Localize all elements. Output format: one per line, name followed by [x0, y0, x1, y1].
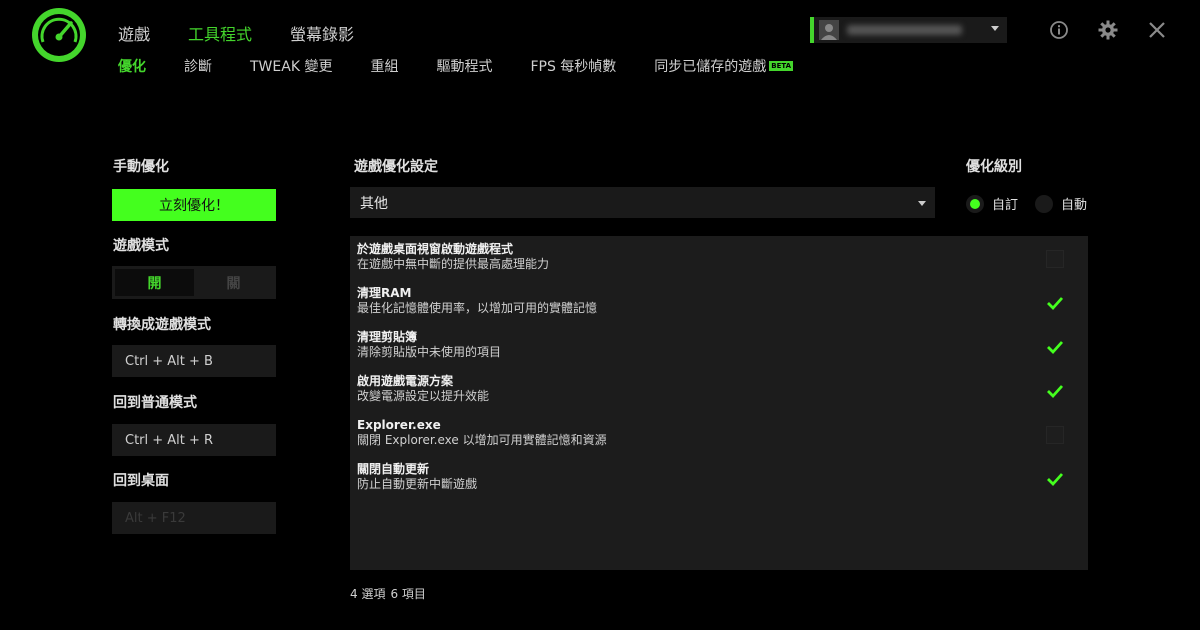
subtab-diagnostics[interactable]: 診斷: [184, 56, 212, 76]
account-indicator: [810, 17, 814, 43]
tab-utilities[interactable]: 工具程式: [188, 21, 252, 45]
list-item: 清理剪貼簿 清除剪貼版中未使用的項目: [357, 330, 1077, 370]
item-desc: 在遊戲中無中斷的提供最高處理能力: [357, 257, 550, 271]
item-desc: 防止自動更新中斷遊戲: [357, 477, 478, 491]
normal-mode-hotkey-field[interactable]: Ctrl + Alt + R: [112, 424, 276, 456]
game-mode-label: 遊戲模式: [113, 238, 169, 254]
radio-auto-label: 自動: [1061, 198, 1088, 213]
list-item: 啟用遊戲電源方案 改變電源設定以提升效能: [357, 374, 1077, 414]
subtab-optimize[interactable]: 優化: [118, 56, 146, 76]
desktop-hotkey-field[interactable]: Alt + F12: [112, 502, 276, 534]
subtab-fps[interactable]: FPS 每秒幀數: [530, 56, 616, 76]
radio-custom-label: 自訂: [992, 198, 1019, 213]
gear-icon[interactable]: [1097, 19, 1119, 41]
item-desc: 關閉 Explorer.exe 以增加可用實體記憶和資源: [357, 433, 607, 447]
item-desc: 改變電源設定以提升效能: [357, 389, 490, 403]
item-name: 啟用遊戲電源方案: [357, 374, 454, 388]
radio-custom[interactable]: 自訂: [966, 194, 1018, 213]
game-select-value: 其他: [360, 195, 388, 212]
subtab-tweaks[interactable]: TWEAK 變更: [250, 56, 332, 76]
tab-games[interactable]: 遊戲: [118, 21, 150, 45]
optimize-now-button[interactable]: 立刻優化！: [112, 189, 276, 221]
list-item: 清理RAM 最佳化記憶體使用率，以增加可用的實體記憶: [357, 286, 1077, 326]
manual-optimize-label: 手動優化: [113, 159, 169, 175]
radio-button: [1035, 194, 1053, 213]
switch-mode-hotkey-field[interactable]: Ctrl + Alt + B: [112, 345, 276, 377]
main-nav: 遊戲 工具程式 螢幕錄影: [118, 21, 392, 45]
desktop-label: 回到桌面: [113, 473, 169, 489]
item-checkbox[interactable]: [1046, 250, 1064, 268]
check-icon[interactable]: [1046, 338, 1064, 356]
beta-badge: BETA: [769, 61, 794, 71]
check-icon[interactable]: [1046, 382, 1064, 400]
check-icon[interactable]: [1046, 294, 1064, 312]
selection-count: 4 選項 6 項目: [350, 585, 426, 602]
chevron-down-icon: [918, 201, 926, 206]
subtab-save-sync[interactable]: 同步已儲存的遊戲 BETA: [654, 56, 794, 76]
selected-count: 4 選項: [350, 587, 386, 601]
game-mode-toggle: 開 關: [112, 266, 276, 299]
razer-cortex-logo-icon: [32, 8, 86, 62]
radio-auto[interactable]: 自動: [1035, 194, 1087, 213]
info-icon[interactable]: [1048, 19, 1070, 41]
game-optimize-settings-title: 遊戲優化設定: [354, 159, 438, 175]
check-icon[interactable]: [1046, 470, 1064, 488]
tab-screen-recording[interactable]: 螢幕錄影: [290, 21, 354, 45]
normal-mode-label: 回到普通模式: [113, 395, 197, 411]
item-name: 清理剪貼簿: [357, 330, 418, 344]
subtab-drivers[interactable]: 驅動程式: [436, 56, 492, 76]
item-desc: 清除剪貼版中未使用的項目: [357, 345, 502, 359]
toggle-on[interactable]: 開: [115, 269, 194, 296]
subtab-save-sync-label: 同步已儲存的遊戲: [654, 59, 767, 75]
list-item: Explorer.exe 關閉 Explorer.exe 以增加可用實體記憶和資…: [357, 418, 1077, 458]
optimize-level-title: 優化級別: [966, 159, 1022, 175]
item-name: 清理RAM: [357, 286, 412, 300]
sub-nav: 優化 診斷 TWEAK 變更 重組 驅動程式 FPS 每秒幀數 同步已儲存的遊戲…: [118, 56, 831, 76]
optimization-list: 於遊戲桌面視窗啟動遊戲程式 在遊戲中無中斷的提供最高處理能力 清理RAM 最佳化…: [350, 236, 1088, 570]
account-email-redacted: [847, 25, 962, 35]
item-desc: 最佳化記憶體使用率，以增加可用的實體記憶: [357, 301, 598, 315]
total-count: 6 項目: [390, 587, 426, 601]
close-icon[interactable]: [1146, 19, 1168, 41]
item-name: Explorer.exe: [357, 418, 441, 432]
item-name: 於遊戲桌面視窗啟動遊戲程式: [357, 242, 514, 256]
item-name: 關閉自動更新: [357, 462, 430, 476]
list-item: 於遊戲桌面視窗啟動遊戲程式 在遊戲中無中斷的提供最高處理能力: [357, 242, 1077, 282]
radio-button-selected: [966, 194, 984, 213]
switch-mode-label: 轉換成遊戲模式: [113, 317, 211, 333]
subtab-defrag[interactable]: 重組: [370, 56, 398, 76]
list-item: 關閉自動更新 防止自動更新中斷遊戲: [357, 462, 1077, 502]
toggle-off[interactable]: 關: [194, 269, 273, 296]
account-dropdown[interactable]: [810, 17, 1007, 43]
game-select-dropdown[interactable]: 其他: [350, 187, 935, 218]
chevron-down-icon: [991, 26, 999, 31]
avatar-icon: [819, 20, 839, 40]
item-checkbox[interactable]: [1046, 426, 1064, 444]
